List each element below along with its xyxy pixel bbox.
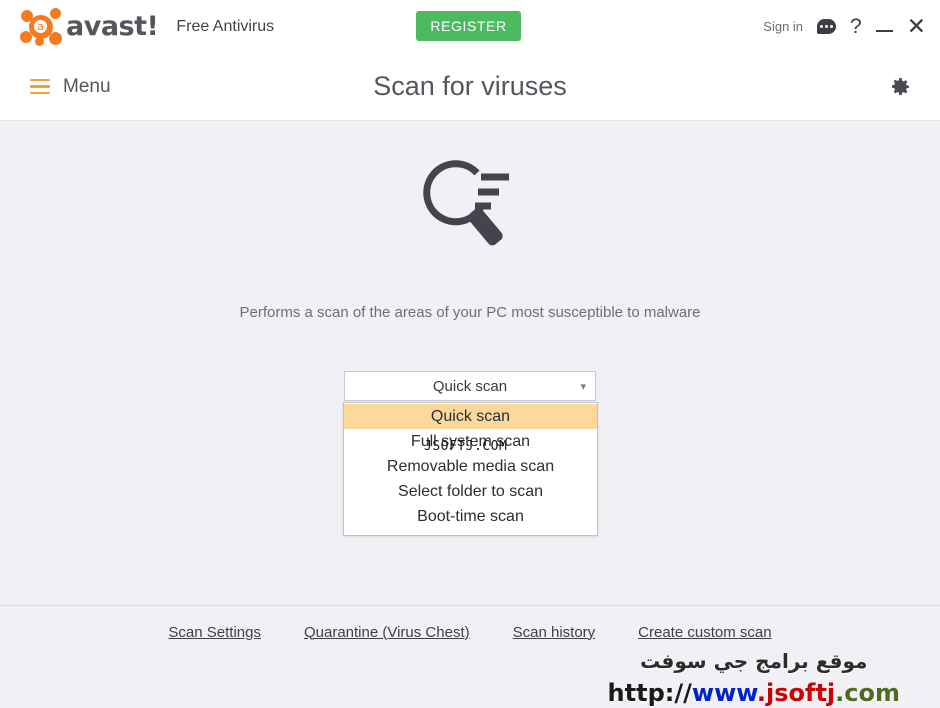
nav-bar: Menu Scan for viruses <box>0 53 940 121</box>
link-scan-history[interactable]: Scan history <box>513 624 596 641</box>
link-quarantine[interactable]: Quarantine (Virus Chest) <box>304 624 470 641</box>
scan-description: Performs a scan of the areas of your PC … <box>239 304 701 321</box>
link-scan-settings[interactable]: Scan Settings <box>168 624 261 641</box>
avast-logo-icon: a <box>20 7 64 47</box>
watermark-url-part-3: jsoftj <box>766 679 836 707</box>
option-quick-scan[interactable]: Quick scan <box>344 404 597 429</box>
avast-logo-letter: a <box>34 19 47 33</box>
window-controls: Sign in ? ✕ <box>763 0 926 53</box>
scan-type-option-list[interactable]: Quick scan Full system scan Removable me… <box>343 402 598 536</box>
gear-icon[interactable] <box>888 75 912 104</box>
magnifier-scan-icon <box>0 149 940 249</box>
question-mark-icon[interactable]: ? <box>850 16 862 37</box>
scan-type-selected-value: Quick scan <box>432 377 508 395</box>
chevron-down-icon: ▾ <box>580 381 586 393</box>
watermark-url-part-1: www <box>691 679 757 707</box>
option-removable-media-scan[interactable]: Removable media scan <box>344 454 597 479</box>
option-boot-time-scan[interactable]: Boot-time scan <box>344 504 597 529</box>
watermark-url-part-0: http:// <box>607 679 692 707</box>
menu-label: Menu <box>63 75 111 97</box>
chat-bubble-icon[interactable] <box>817 19 837 34</box>
menu-button[interactable]: Menu <box>0 75 111 99</box>
watermark-overlay-text: JSOFTJ.COM <box>424 439 508 454</box>
main-content: Performs a scan of the areas of your PC … <box>0 121 940 707</box>
watermark-arabic-text: موقع برامج جي سوفت <box>640 649 868 673</box>
register-button[interactable]: REGISTER <box>416 11 521 41</box>
product-name: Free Antivirus <box>176 17 275 35</box>
watermark-url-part-2: . <box>756 679 766 707</box>
close-icon[interactable]: ✕ <box>907 15 926 38</box>
page-title: Scan for viruses <box>373 71 567 101</box>
hamburger-icon <box>30 75 50 99</box>
avast-wordmark: avast! <box>66 11 159 42</box>
minimize-icon[interactable] <box>875 22 893 32</box>
watermark-url-part-5: com <box>844 679 900 707</box>
watermark-url: http://www.jsoftj.com <box>608 678 900 708</box>
title-bar: a avast! Free Antivirus REGISTER Sign in… <box>0 0 940 53</box>
watermark-url-part-4: . <box>835 679 845 707</box>
scan-type-select[interactable]: Quick scan ▾ <box>344 371 596 401</box>
link-create-custom-scan[interactable]: Create custom scan <box>638 624 771 641</box>
option-select-folder-to-scan[interactable]: Select folder to scan <box>344 479 597 504</box>
brand-logo: a avast! Free Antivirus <box>0 7 274 47</box>
sign-in-link[interactable]: Sign in <box>763 19 803 34</box>
